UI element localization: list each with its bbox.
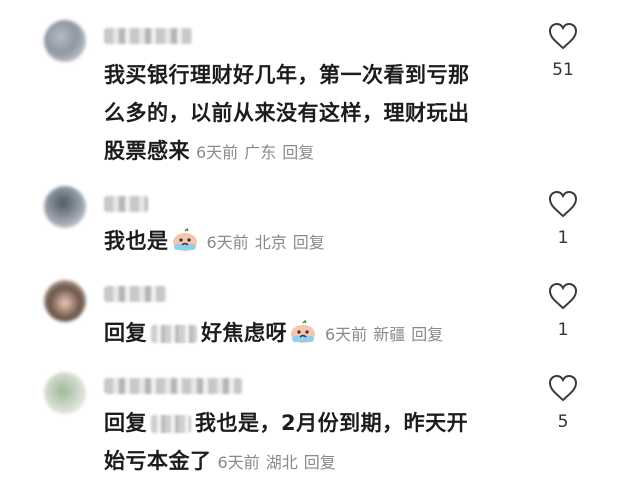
comment-location: 北京 bbox=[254, 233, 287, 252]
comment-location: 湖北 bbox=[265, 453, 298, 472]
comment-time: 6天前 bbox=[325, 325, 368, 344]
reply-prefix: 回复 bbox=[104, 411, 147, 435]
like-count: 1 bbox=[557, 320, 569, 340]
avatar[interactable] bbox=[44, 186, 86, 228]
like-count: 1 bbox=[557, 228, 569, 248]
comment-meta: 6天前 新疆 回复 bbox=[325, 325, 449, 344]
reply-button[interactable]: 回复 bbox=[304, 453, 336, 472]
avatar[interactable] bbox=[44, 20, 86, 62]
comment-item: 我买银行理财好几年，第一次看到亏那 么多的，以前从来没有这样，理财玩出 股票感来… bbox=[0, 0, 638, 170]
comment-item: 我也是 6天前 北京 回复 1 bbox=[0, 180, 638, 270]
crying-face-emoji bbox=[291, 320, 315, 343]
comment-line: 我买银行理财好几年，第一次看到亏那 bbox=[104, 63, 470, 87]
username-blurred[interactable] bbox=[104, 286, 166, 302]
comment-body: 好焦虑呀 bbox=[201, 321, 287, 345]
comment-time: 6天前 bbox=[206, 233, 249, 252]
comment-meta: 6天前 湖北 回复 bbox=[218, 453, 342, 472]
reply-button[interactable]: 回复 bbox=[293, 233, 325, 252]
comment-text: 我买银行理财好几年，第一次看到亏那 么多的，以前从来没有这样，理财玩出 股票感来… bbox=[104, 56, 514, 172]
comment-body: 我也是 bbox=[104, 229, 169, 253]
comment-meta: 6天前 广东 回复 bbox=[196, 143, 320, 162]
like-control[interactable]: 1 bbox=[542, 282, 584, 340]
comment-text: 我也是 6天前 北京 回复 bbox=[104, 222, 514, 262]
avatar[interactable] bbox=[44, 280, 86, 322]
comment-line: 股票感来 bbox=[104, 139, 190, 163]
reply-prefix: 回复 bbox=[104, 321, 147, 345]
heart-icon[interactable] bbox=[548, 374, 578, 402]
comment-meta: 6天前 北京 回复 bbox=[207, 233, 331, 252]
comment-item: 回复 好焦虑呀 6天前 新疆 回复 1 bbox=[0, 272, 638, 362]
comment-text: 回复 我也是，2月份到期，昨天开 始亏本金了 6天前 湖北 回复 bbox=[104, 404, 514, 482]
comment-line: 始亏本金了 bbox=[104, 449, 212, 473]
comment-location: 广东 bbox=[244, 143, 277, 162]
like-control[interactable]: 51 bbox=[542, 22, 584, 80]
like-count: 5 bbox=[557, 412, 569, 432]
username-blurred[interactable] bbox=[104, 378, 242, 394]
like-count: 51 bbox=[552, 60, 574, 80]
comment-line: 我也是，2月份到期，昨天开 bbox=[195, 411, 469, 435]
mentioned-user-blurred[interactable] bbox=[151, 325, 197, 343]
comment-line: 么多的，以前从来没有这样，理财玩出 bbox=[104, 101, 470, 125]
username-blurred[interactable] bbox=[104, 196, 148, 212]
reply-button[interactable]: 回复 bbox=[411, 325, 443, 344]
comment-time: 6天前 bbox=[217, 453, 260, 472]
mentioned-user-blurred[interactable] bbox=[151, 415, 191, 433]
comment-text: 回复 好焦虑呀 6天前 新疆 回复 bbox=[104, 314, 514, 354]
comment-item: 回复 我也是，2月份到期，昨天开 始亏本金了 6天前 湖北 回复 5 bbox=[0, 364, 638, 500]
heart-icon[interactable] bbox=[548, 190, 578, 218]
reply-button[interactable]: 回复 bbox=[282, 143, 314, 162]
heart-icon[interactable] bbox=[548, 22, 578, 50]
username-blurred[interactable] bbox=[104, 28, 192, 44]
crying-face-emoji bbox=[172, 228, 197, 251]
like-control[interactable]: 5 bbox=[542, 374, 584, 432]
comment-time: 6天前 bbox=[196, 143, 239, 162]
like-control[interactable]: 1 bbox=[542, 190, 584, 248]
avatar[interactable] bbox=[44, 372, 86, 414]
heart-icon[interactable] bbox=[548, 282, 578, 310]
comment-location: 新疆 bbox=[373, 325, 406, 344]
